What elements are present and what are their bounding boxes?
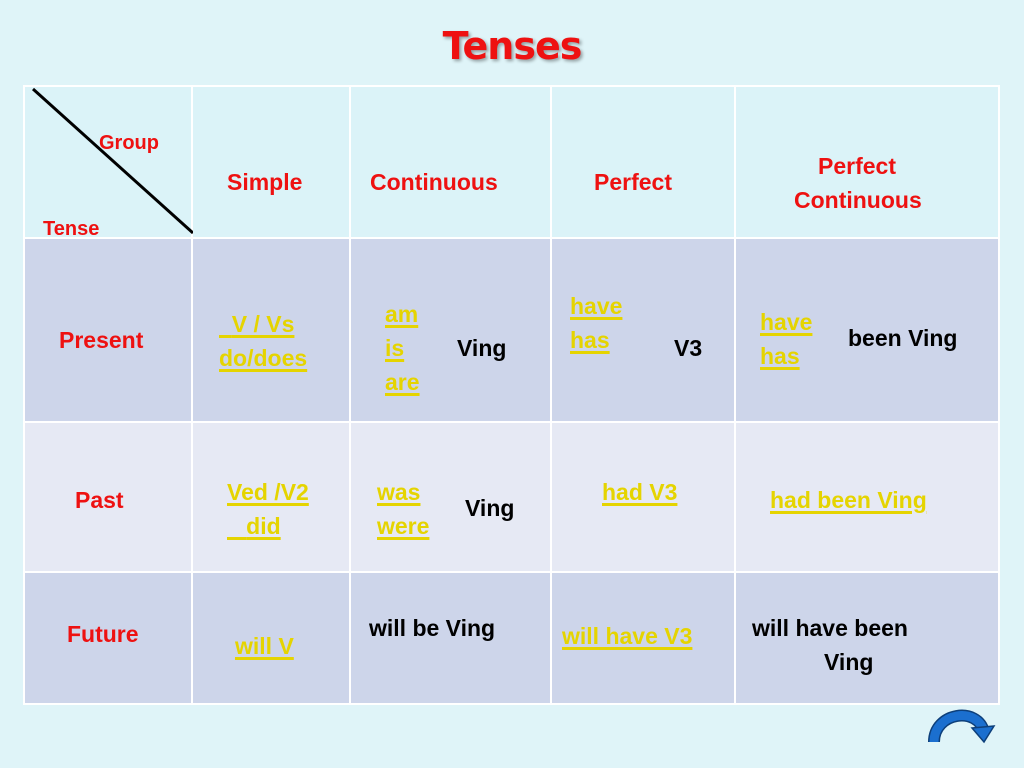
cell-past-continuous: was were Ving [349, 421, 552, 573]
table-row-present: Present V / Vs do/does am is are Ving ha… [23, 237, 1000, 423]
cell-present-perfect: have has V3 [550, 237, 736, 423]
col-header-continuous: Continuous [349, 85, 552, 239]
col-header-simple: Simple [191, 85, 351, 239]
table-row-future: Future will V will be Ving will have V3 … [23, 571, 1000, 705]
tenses-table: Group Tense Simple Continuous Perfect Pe… [23, 85, 1000, 705]
cell-future-perfect: will have V3 [550, 571, 736, 705]
cell-past-perfect: had V3 [550, 421, 736, 573]
row-label-present: Present [23, 237, 193, 423]
header-row: Group Tense Simple Continuous Perfect Pe… [23, 85, 1000, 240]
group-label: Group [99, 132, 159, 154]
col-header-perfect: Perfect [550, 85, 736, 239]
diagonal-divider [31, 87, 195, 235]
cell-future-continuous: will be Ving [349, 571, 552, 705]
cell-past-perfect-continuous: had been Ving [734, 421, 1000, 573]
cell-present-perfect-continuous: have has been Ving [734, 237, 1000, 423]
cell-future-perfect-continuous: will have been Ving [734, 571, 1000, 705]
slide-title: Tenses [442, 24, 583, 68]
cell-past-simple: Ved /V2 did [191, 421, 351, 573]
row-label-past: Past [23, 421, 193, 573]
col-header-perfect-continuous: Perfect Continuous [734, 85, 1000, 239]
corner-cell: Group Tense [23, 85, 195, 240]
cell-future-simple: will V [191, 571, 351, 705]
curved-arrow-right-icon[interactable] [928, 702, 998, 748]
table-row-past: Past Ved /V2 did was were Ving had V3 ha… [23, 421, 1000, 573]
cell-present-continuous: am is are Ving [349, 237, 552, 423]
cell-present-simple: V / Vs do/does [191, 237, 351, 423]
row-label-future: Future [23, 571, 193, 705]
